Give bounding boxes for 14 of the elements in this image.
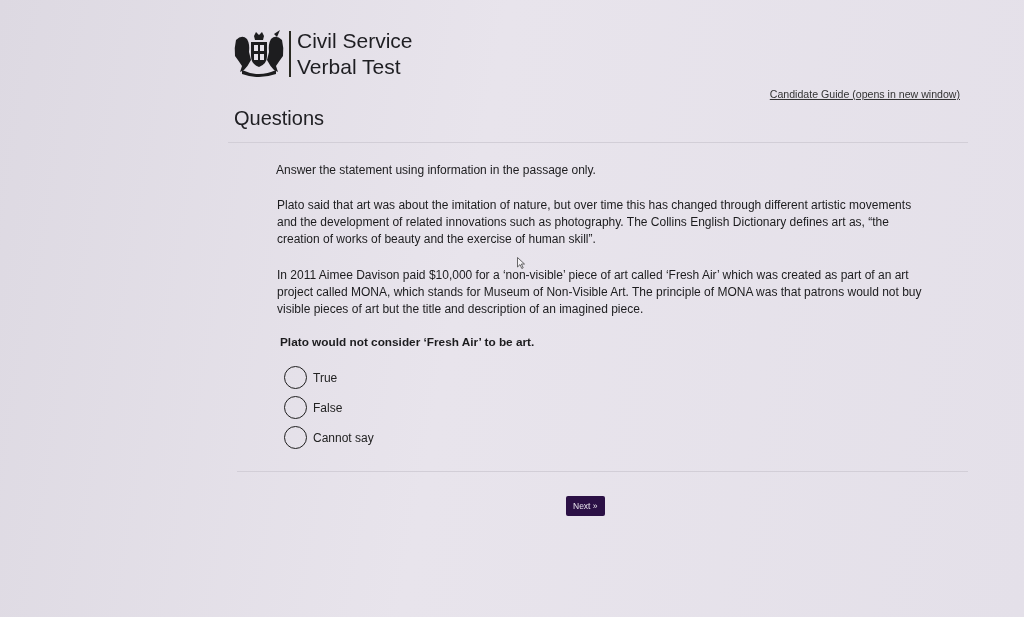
option-label: True bbox=[313, 370, 338, 385]
site-title: Verbal Test bbox=[297, 54, 402, 80]
next-button[interactable]: Next » bbox=[566, 496, 605, 516]
statement-text: Plato would not consider ‘Fresh Air’ to be art. bbox=[280, 335, 536, 350]
passage-paragraph: Plato said that art was about the imitation of nature, but over time this has changed through different artistic movements and the development of related innovations such as photography. The Collins English Dictionary defines art as, “the creation of works of beauty and the exercise of human skill”. bbox=[277, 197, 913, 248]
mouse-pointer-icon bbox=[517, 257, 525, 269]
site-title: Civil Service bbox=[297, 28, 413, 54]
option-label: False bbox=[313, 400, 343, 415]
coat-of-arms-logo bbox=[232, 30, 286, 78]
page-heading: Questions bbox=[234, 106, 326, 130]
option-label: Cannot say bbox=[313, 430, 374, 445]
passage-paragraph: In 2011 Aimee Davison paid $10,000 for a ‘non-visible’ piece of art called ‘Fresh Air’ which was created as part of an art project called MONA, which stands for Museum of Non-Visible Art. The principle of MONA was that patrons would not buy visible pieces of art but the title and description of an imagined piece. bbox=[277, 267, 923, 318]
candidate-guide-link[interactable]: Candidate Guide (opens in new window) bbox=[769, 88, 960, 100]
instruction-text: Answer the statement using information in the passage only. bbox=[276, 163, 597, 178]
